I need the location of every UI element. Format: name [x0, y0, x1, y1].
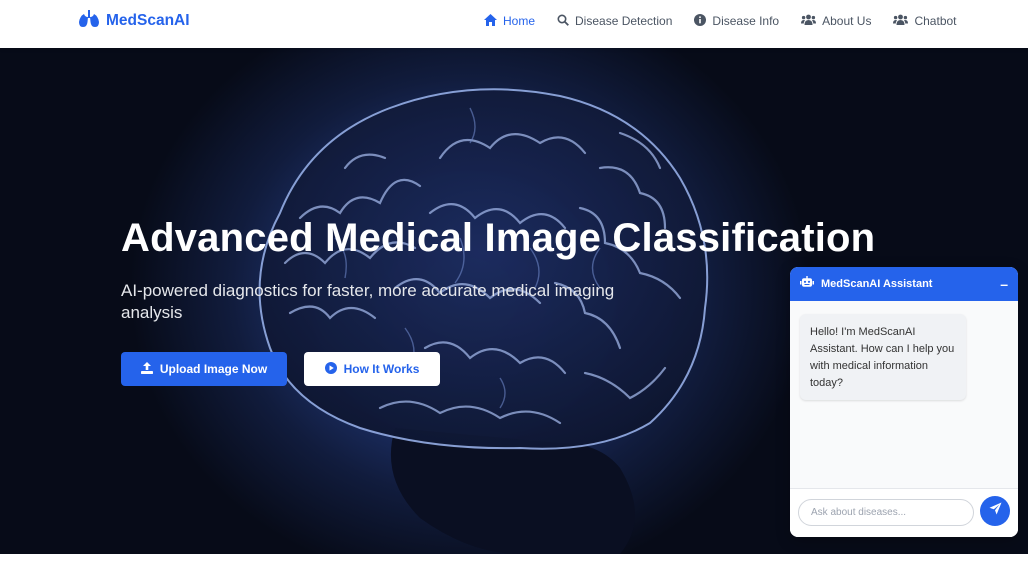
send-button[interactable]	[980, 496, 1010, 526]
users-icon	[893, 14, 909, 28]
brand-logo[interactable]: MedScanAI	[78, 9, 190, 33]
hero-title: Advanced Medical Image Classification	[121, 216, 876, 260]
upload-image-button-label: Upload Image Now	[159, 362, 268, 376]
nav-item-label: Home	[503, 14, 536, 28]
nav-item-about-us[interactable]: About Us	[801, 14, 871, 28]
upload-icon	[140, 361, 153, 377]
nav-item-label: Disease Detection	[575, 14, 673, 28]
chat-minimize-button[interactable]: –	[1000, 276, 1008, 292]
how-it-works-button-label: How It Works	[343, 362, 420, 376]
upload-image-button[interactable]: Upload Image Now	[121, 352, 287, 386]
chat-header: MedScanAI Assistant –	[790, 267, 1018, 301]
chat-footer	[790, 488, 1018, 537]
how-it-works-button[interactable]: How It Works	[304, 352, 440, 386]
nav-item-home[interactable]: Home	[484, 13, 536, 29]
users-icon	[801, 14, 817, 28]
search-icon	[557, 13, 569, 29]
paper-plane-icon	[989, 502, 1002, 520]
bot-message: Hello! I'm MedScanAI Assistant. How can …	[800, 314, 966, 400]
nav-item-label: Disease Info	[712, 14, 780, 28]
lungs-icon	[78, 9, 100, 33]
info-icon	[694, 13, 707, 29]
nav-item-label: About Us	[822, 14, 872, 28]
nav-item-disease-info[interactable]: Disease Info	[694, 13, 780, 29]
nav-item-chatbot[interactable]: Chatbot	[893, 14, 957, 28]
chat-widget: MedScanAI Assistant – Hello! I'm MedScan…	[790, 267, 1018, 537]
chat-messages: Hello! I'm MedScanAI Assistant. How can …	[790, 301, 1018, 488]
navbar: MedScanAI Home Disease Detection Disease…	[0, 0, 1028, 48]
nav-item-disease-detection[interactable]: Disease Detection	[557, 13, 673, 29]
robot-icon	[800, 275, 814, 293]
nav-links: Home Disease Detection Disease Info Abou…	[484, 11, 979, 31]
brand-name: MedScanAI	[106, 12, 190, 29]
home-icon	[484, 13, 497, 29]
chat-input[interactable]	[798, 499, 974, 526]
chat-title: MedScanAI Assistant	[821, 278, 933, 290]
hero-subtitle: AI-powered diagnostics for faster, more …	[121, 281, 615, 322]
nav-item-label: Chatbot	[914, 14, 957, 28]
play-circle-icon	[324, 361, 337, 377]
